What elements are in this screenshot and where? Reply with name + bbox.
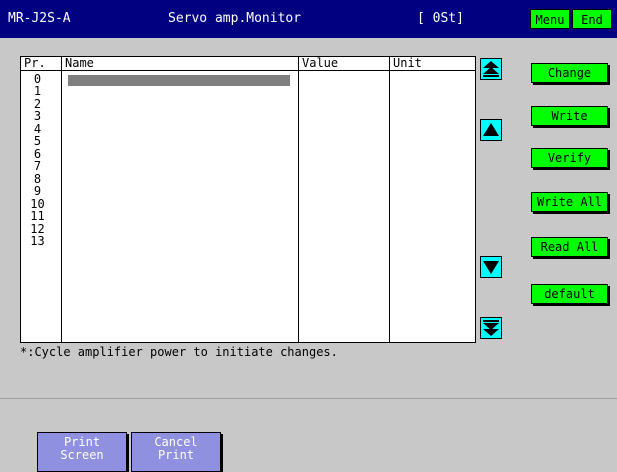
column-divider <box>389 57 390 342</box>
verify-button[interactable]: Verify <box>531 148 608 168</box>
double-up-arrow-icon <box>483 61 499 77</box>
station-status: [ 0St] <box>417 11 464 26</box>
cancel-print-button[interactable]: Cancel Print <box>131 432 221 472</box>
menu-button[interactable]: Menu <box>530 9 570 29</box>
read-all-button[interactable]: Read All <box>531 237 608 257</box>
end-button[interactable]: End <box>572 9 612 29</box>
column-header-pr: Pr. <box>24 56 46 70</box>
model-label: MR-J2S-A <box>8 11 71 26</box>
header-divider <box>21 70 475 71</box>
screen-title: Servo amp.Monitor <box>168 11 302 26</box>
write-button[interactable]: Write <box>531 106 608 126</box>
scroll-down-button[interactable] <box>480 256 502 278</box>
scroll-top-button[interactable] <box>480 58 502 80</box>
column-header-value: Value <box>302 56 339 70</box>
change-button[interactable]: Change <box>531 63 608 83</box>
cancel-print-label-2: Print <box>157 448 195 462</box>
down-arrow-icon <box>483 261 499 274</box>
row-number[interactable]: 13 <box>21 235 54 248</box>
parameter-table: Pr. Name Value Unit 0 1 2 3 4 5 6 7 8 9 … <box>20 56 476 343</box>
print-screen-button[interactable]: Print Screen <box>37 432 127 472</box>
default-button[interactable]: default <box>531 284 608 304</box>
divider <box>0 398 617 399</box>
scroll-up-button[interactable] <box>480 119 502 141</box>
up-arrow-icon <box>483 123 499 136</box>
selected-row-highlight[interactable] <box>68 75 290 86</box>
column-header-name: Name <box>65 56 94 70</box>
double-down-arrow-icon <box>483 320 499 336</box>
write-all-button[interactable]: Write All <box>531 192 608 212</box>
power-cycle-note: *:Cycle amplifier power to initiate chan… <box>20 345 338 359</box>
title-bar: MR-J2S-A Servo amp.Monitor [ 0St] End <box>0 0 617 38</box>
column-header-unit: Unit <box>393 56 422 70</box>
column-divider <box>61 57 62 342</box>
print-screen-label-2: Screen <box>60 448 104 462</box>
column-divider <box>298 57 299 342</box>
scroll-bottom-button[interactable] <box>480 317 502 339</box>
